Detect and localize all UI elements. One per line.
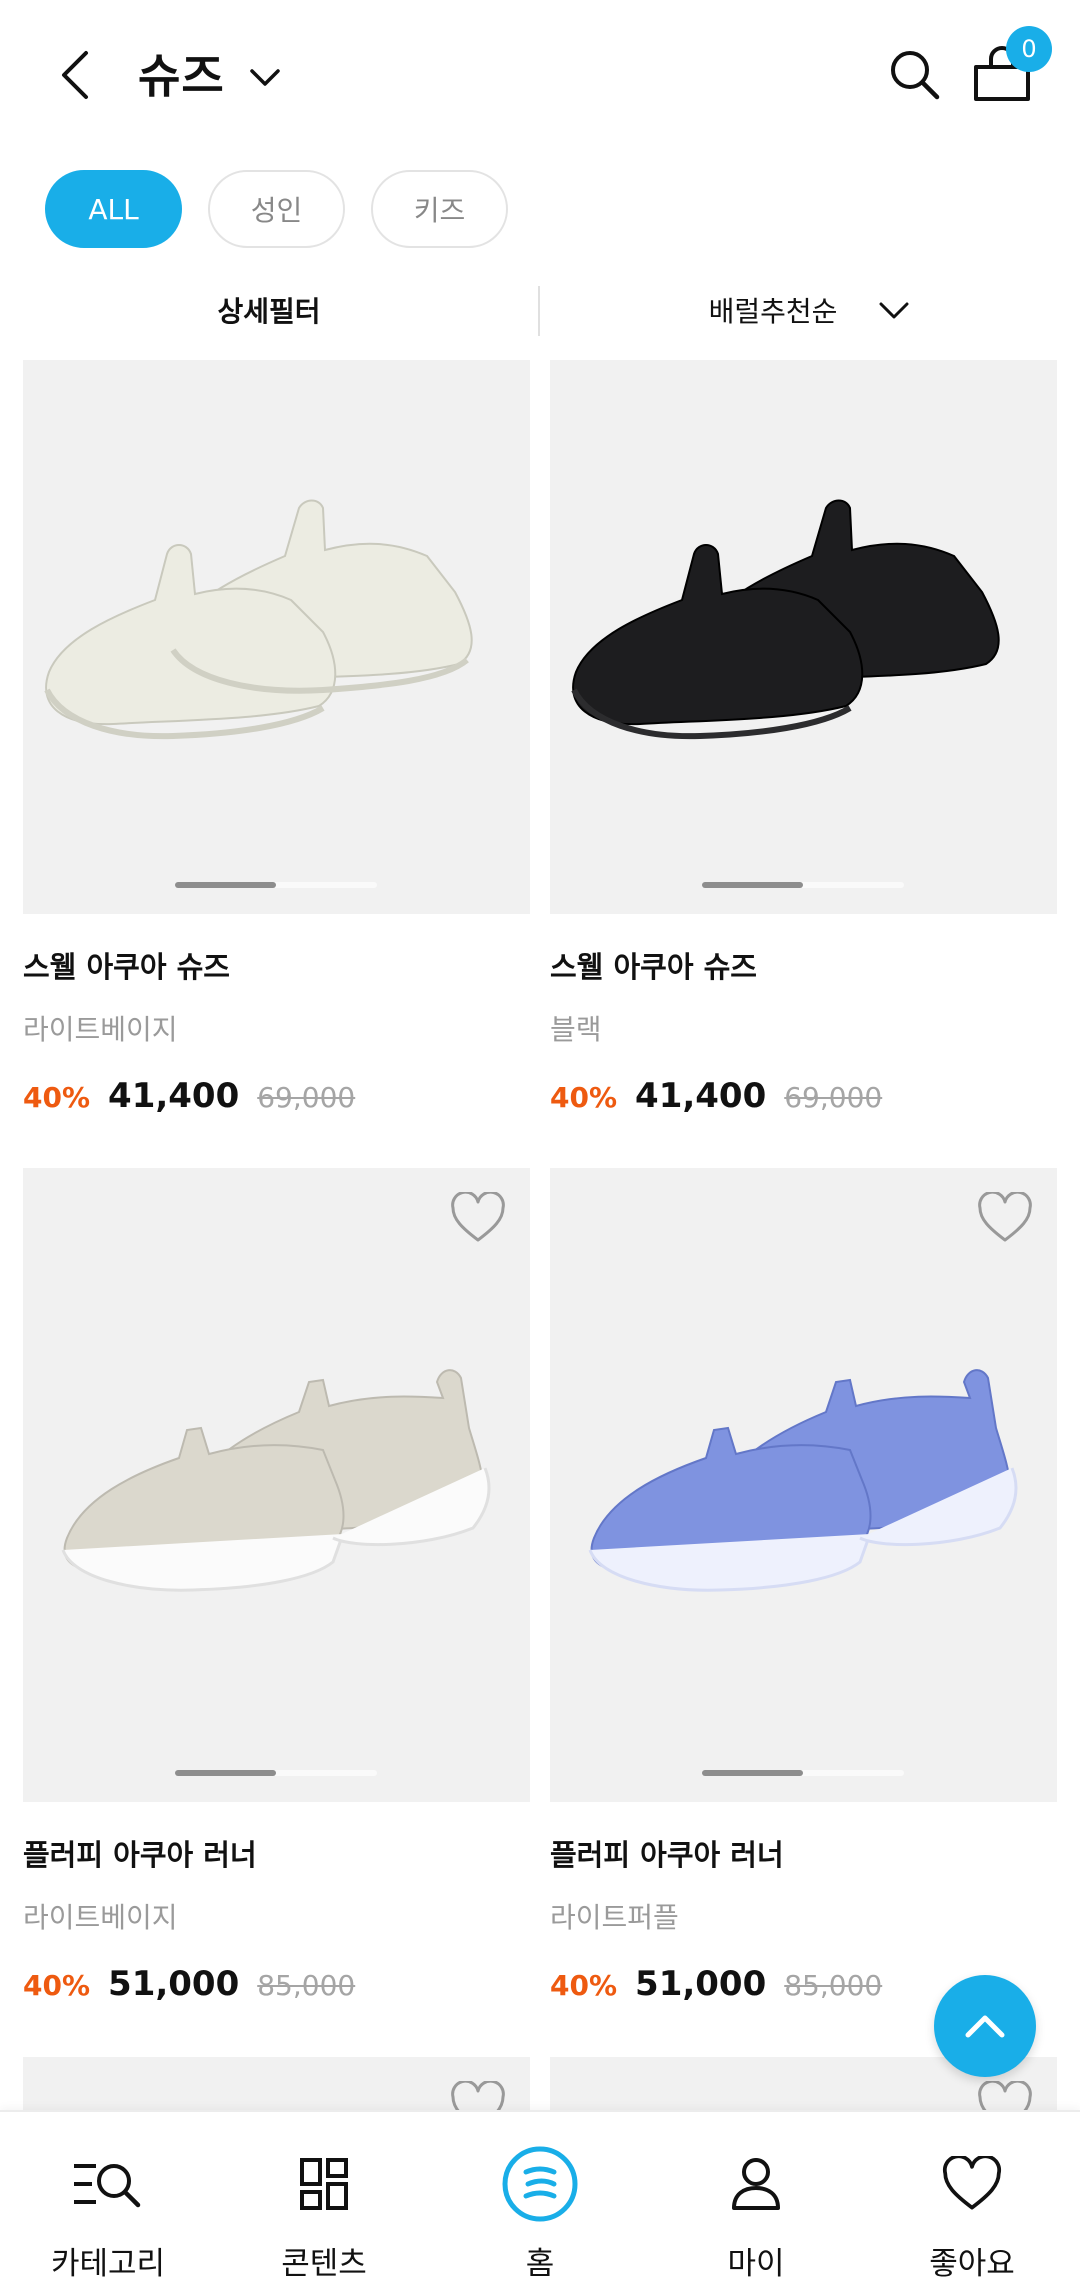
product-card[interactable]: 플러피 아쿠아 러너 라이트퍼플 40% 51,000 85,000: [550, 1168, 1057, 2004]
nav-label: 콘텐츠: [281, 2246, 367, 2282]
chevron-down-icon: [879, 302, 909, 319]
nav-label: 카테고리: [50, 2246, 166, 2282]
nav-item-contents[interactable]: 콘텐츠: [216, 2112, 432, 2284]
product-card[interactable]: 스웰 아쿠아 슈즈 라이트베이지 40% 41,400 69,000: [23, 360, 530, 1116]
product-name: 스웰 아쿠아 슈즈: [23, 950, 230, 984]
nav-item-my[interactable]: 마이: [648, 2112, 864, 2284]
nav-label: 홈: [525, 2246, 555, 2282]
home-logo-icon: [502, 2146, 578, 2222]
bottom-navigation: 카테고리 콘텐츠 홈 마이 좋아요: [0, 2110, 1080, 2284]
product-color: 라이트베이지: [23, 1901, 178, 1934]
shoe-image: [571, 499, 1000, 740]
nav-label: 마이: [727, 2246, 785, 2282]
grid-icon: [300, 2158, 348, 2210]
page-title: 슈즈: [138, 49, 225, 103]
sort-filter-bar: 상세필터 배럴추천순: [0, 280, 1080, 340]
discount-rate: 40%: [23, 1969, 91, 2002]
person-icon: [732, 2158, 780, 2210]
app-header: 슈즈 0: [0, 0, 1080, 150]
shoe-image: [61, 1369, 491, 1592]
product-color: 라이트베이지: [23, 1013, 178, 1046]
product-image[interactable]: [550, 360, 1057, 914]
chip-all[interactable]: ALL: [45, 170, 182, 248]
back-button[interactable]: [50, 45, 100, 105]
sale-price: 41,400: [635, 1076, 767, 1116]
image-carousel-indicator: [175, 882, 377, 888]
wishlist-button[interactable]: [977, 1190, 1033, 1244]
heart-icon: [451, 1190, 505, 1242]
product-image[interactable]: [23, 1168, 530, 1802]
original-price: 69,000: [257, 1081, 356, 1114]
product-color: 블랙: [550, 1013, 602, 1046]
sort-label: 배럴추천순: [708, 295, 838, 328]
nav-item-category[interactable]: 카테고리: [0, 2112, 216, 2284]
product-name: 스웰 아쿠아 슈즈: [550, 950, 757, 984]
filter-chips: ALL 성인 키즈: [45, 170, 508, 248]
product-image[interactable]: [23, 360, 530, 914]
chevron-left-icon: [62, 51, 88, 99]
cart-count-badge: 0: [1006, 26, 1052, 72]
chip-kids[interactable]: 키즈: [371, 170, 508, 248]
search-icon: [891, 51, 940, 100]
product-name: 플러피 아쿠아 러너: [23, 1838, 257, 1872]
discount-rate: 40%: [23, 1081, 91, 1114]
product-color: 라이트퍼플: [550, 1901, 679, 1934]
product-name: 플러피 아쿠아 러너: [550, 1838, 784, 1872]
product-image[interactable]: [550, 1168, 1057, 1802]
sort-dropdown[interactable]: 배럴추천순: [540, 280, 1080, 340]
wishlist-button[interactable]: [450, 1190, 506, 1244]
detail-filter-button[interactable]: 상세필터: [0, 280, 538, 340]
price-row: 40% 41,400 69,000: [23, 1076, 530, 1116]
discount-rate: 40%: [550, 1969, 618, 2002]
nav-item-home[interactable]: 홈: [432, 2112, 648, 2284]
heart-icon: [942, 2156, 1002, 2210]
original-price: 85,000: [257, 1969, 356, 2002]
sale-price: 51,000: [635, 1964, 767, 2004]
chip-adult[interactable]: 성인: [208, 170, 345, 248]
sale-price: 41,400: [108, 1076, 240, 1116]
category-title-dropdown[interactable]: 슈즈: [138, 40, 283, 106]
price-row: 40% 41,400 69,000: [550, 1076, 1057, 1116]
nav-label: 좋아요: [929, 2246, 1015, 2282]
category-search-icon: [74, 2164, 141, 2208]
scroll-to-top-button[interactable]: [934, 1975, 1036, 2077]
product-card[interactable]: 플러피 아쿠아 러너 라이트베이지 40% 51,000 85,000: [23, 1168, 530, 2004]
shoe-image: [44, 499, 473, 740]
nav-item-likes[interactable]: 좋아요: [864, 2112, 1080, 2284]
image-carousel-indicator: [175, 1770, 377, 1776]
search-button[interactable]: [885, 45, 945, 105]
discount-rate: 40%: [550, 1081, 618, 1114]
sale-price: 51,000: [108, 1964, 240, 2004]
original-price: 85,000: [784, 1969, 883, 2002]
chevron-up-icon: [965, 2015, 1005, 2038]
chevron-down-icon: [249, 69, 280, 86]
price-row: 40% 51,000 85,000: [23, 1964, 530, 2004]
heart-icon: [978, 1190, 1032, 1242]
product-card[interactable]: 스웰 아쿠아 슈즈 블랙 40% 41,400 69,000: [550, 360, 1057, 1116]
image-carousel-indicator: [702, 882, 904, 888]
image-carousel-indicator: [702, 1770, 904, 1776]
original-price: 69,000: [784, 1081, 883, 1114]
shoe-image: [588, 1369, 1018, 1592]
